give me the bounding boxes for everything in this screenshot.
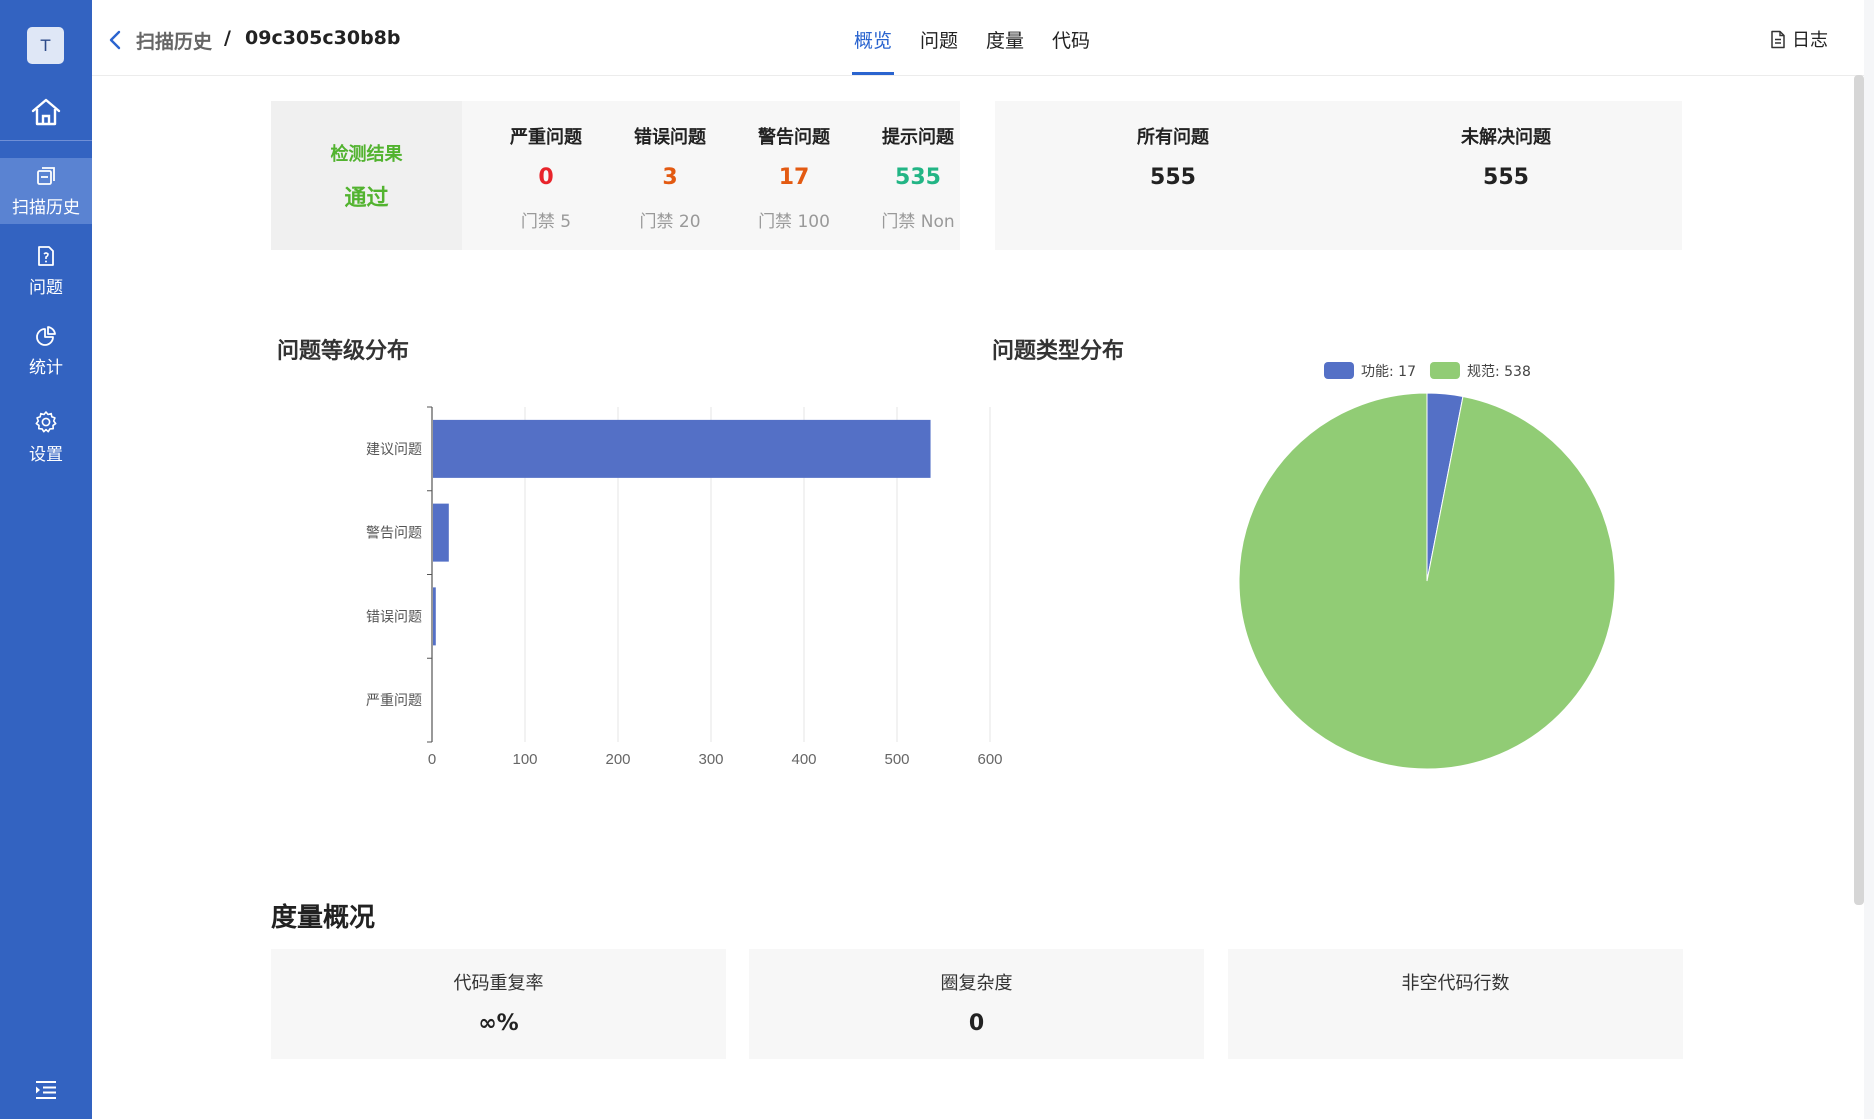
- main-content: 扫描历史 / 09c305c30b8b 概览 问题 度量 代码 日志 检测结果 …: [92, 0, 1864, 1119]
- breadcrumb-current: 09c305c30b8b: [245, 27, 401, 49]
- issue-type-pie-chart: 功能: 17 规范: 538: [1238, 362, 1616, 770]
- y-category-label: 警告问题: [366, 526, 422, 542]
- all-issues-value: 555: [1150, 165, 1196, 190]
- y-category-label: 错误问题: [366, 609, 422, 625]
- sidebar-item-statistics[interactable]: 统计: [0, 318, 92, 384]
- severity-hint[interactable]: 提示问题 535 门禁 Non: [856, 101, 980, 250]
- severity-title: 提示问题: [882, 127, 954, 148]
- unresolved-issues-value: 555: [1483, 165, 1529, 190]
- result-status: 通过: [344, 185, 389, 211]
- sidebar: T 扫描历史 问题 统计 设置: [0, 0, 92, 1119]
- x-tick-label: 400: [791, 751, 816, 768]
- x-tick-label: 200: [605, 751, 630, 768]
- scan-result-card: 检测结果 通过 严重问题 0 门禁 5 错误问题 3 门禁 20 警告问题 17…: [271, 101, 960, 250]
- y-category-label: 建议问题: [366, 442, 422, 458]
- issue-level-bar-chart: 0 100 200 300 400 500 600 建议问题警告问题错误问题严重问题: [366, 406, 1003, 768]
- bar[interactable]: [433, 503, 449, 562]
- severity-count: 17: [778, 165, 810, 190]
- tab-overview[interactable]: 概览: [852, 0, 895, 75]
- tab-code[interactable]: 代码: [1050, 0, 1092, 75]
- severity-warning[interactable]: 警告问题 17 门禁 100: [732, 101, 856, 250]
- user-avatar[interactable]: T: [27, 27, 64, 64]
- document-icon: [1771, 30, 1785, 48]
- result-label: 检测结果: [330, 143, 403, 165]
- home-icon: [31, 98, 61, 126]
- pie-slice[interactable]: [1238, 392, 1616, 770]
- x-tick-label: 0: [428, 751, 436, 768]
- sidebar-item-settings[interactable]: 设置: [0, 404, 92, 470]
- y-category-label: 严重问题: [366, 693, 422, 709]
- severity-critical[interactable]: 严重问题 0 门禁 5: [484, 101, 608, 250]
- x-tick-label: 500: [884, 751, 909, 768]
- home-button[interactable]: [0, 86, 92, 138]
- all-issues[interactable]: 所有问题 555: [1023, 101, 1323, 250]
- metric-label: 代码重复率: [453, 973, 544, 994]
- severity-title: 错误问题: [634, 127, 706, 148]
- bar[interactable]: [433, 419, 931, 478]
- x-tick-label: 600: [977, 751, 1002, 768]
- unresolved-issues[interactable]: 未解决问题 555: [1356, 101, 1656, 250]
- menu-indent-icon: [36, 1081, 56, 1099]
- severity-title: 严重问题: [510, 127, 582, 148]
- severity-gate: 门禁 Non: [881, 212, 955, 232]
- severity-error[interactable]: 错误问题 3 门禁 20: [608, 101, 732, 250]
- log-button[interactable]: 日志: [1770, 26, 1828, 52]
- unresolved-issues-label: 未解决问题: [1461, 127, 1551, 148]
- x-tick-label: 100: [512, 751, 537, 768]
- legend-swatch[interactable]: [1429, 362, 1460, 379]
- collapse-menu-button[interactable]: [28, 1077, 64, 1103]
- metrics-title: 度量概况: [271, 903, 376, 933]
- x-tick-label: 300: [698, 751, 723, 768]
- issue-totals-card: 所有问题 555 未解决问题 555: [995, 101, 1682, 250]
- severity-count: 3: [662, 165, 678, 190]
- log-button-label: 日志: [1792, 30, 1828, 51]
- all-issues-label: 所有问题: [1137, 127, 1209, 148]
- pie-chart-icon: [36, 325, 56, 346]
- gear-icon: [35, 410, 57, 432]
- severity-count: 535: [895, 165, 941, 190]
- tab-issues[interactable]: 问题: [918, 0, 960, 75]
- sidebar-item-label: 设置: [29, 444, 63, 465]
- tab-metrics[interactable]: 度量: [984, 0, 1026, 75]
- history-icon: [37, 166, 55, 185]
- severity-gate: 门禁 20: [639, 212, 701, 232]
- severity-gate: 门禁 5: [520, 212, 572, 232]
- issue-file-icon: [38, 245, 54, 266]
- sidebar-item-label: 问题: [29, 277, 63, 298]
- legend-label[interactable]: 规范: 538: [1467, 363, 1531, 380]
- metric-card-loc: 非空代码行数: [1228, 949, 1683, 1059]
- level-chart-title: 问题等级分布: [277, 339, 410, 364]
- breadcrumb-parent[interactable]: 扫描历史: [136, 27, 212, 54]
- type-chart-title: 问题类型分布: [992, 339, 1125, 364]
- breadcrumb-separator: /: [224, 27, 231, 49]
- legend-label[interactable]: 功能: 17: [1361, 364, 1416, 380]
- sidebar-item-label: 统计: [29, 357, 63, 378]
- metric-card-complexity: 圈复杂度 0: [749, 949, 1204, 1059]
- top-header: 扫描历史 / 09c305c30b8b 概览 问题 度量 代码 日志: [92, 0, 1864, 76]
- severity-count: 0: [538, 165, 554, 190]
- result-summary: 检测结果 通过: [271, 101, 462, 250]
- legend-swatch[interactable]: [1324, 362, 1354, 379]
- back-arrow-icon[interactable]: [106, 28, 126, 52]
- metric-label: 圈复杂度: [940, 973, 1013, 994]
- sidebar-item-issues[interactable]: 问题: [0, 238, 92, 304]
- severity-gate: 门禁 100: [758, 212, 830, 232]
- severity-title: 警告问题: [758, 127, 830, 148]
- metric-label: 非空代码行数: [1401, 973, 1510, 994]
- sidebar-item-scan-history[interactable]: 扫描历史: [0, 158, 92, 224]
- vertical-scrollbar[interactable]: [1854, 75, 1864, 905]
- metric-value: ∞%: [478, 1011, 519, 1036]
- bar[interactable]: [433, 587, 436, 646]
- metric-value: 0: [968, 1011, 985, 1036]
- sidebar-divider: [0, 140, 92, 141]
- sidebar-item-label: 扫描历史: [12, 197, 80, 218]
- tab-bar: 概览 问题 度量 代码: [852, 0, 1092, 75]
- metric-card-duplication: 代码重复率 ∞%: [271, 949, 726, 1059]
